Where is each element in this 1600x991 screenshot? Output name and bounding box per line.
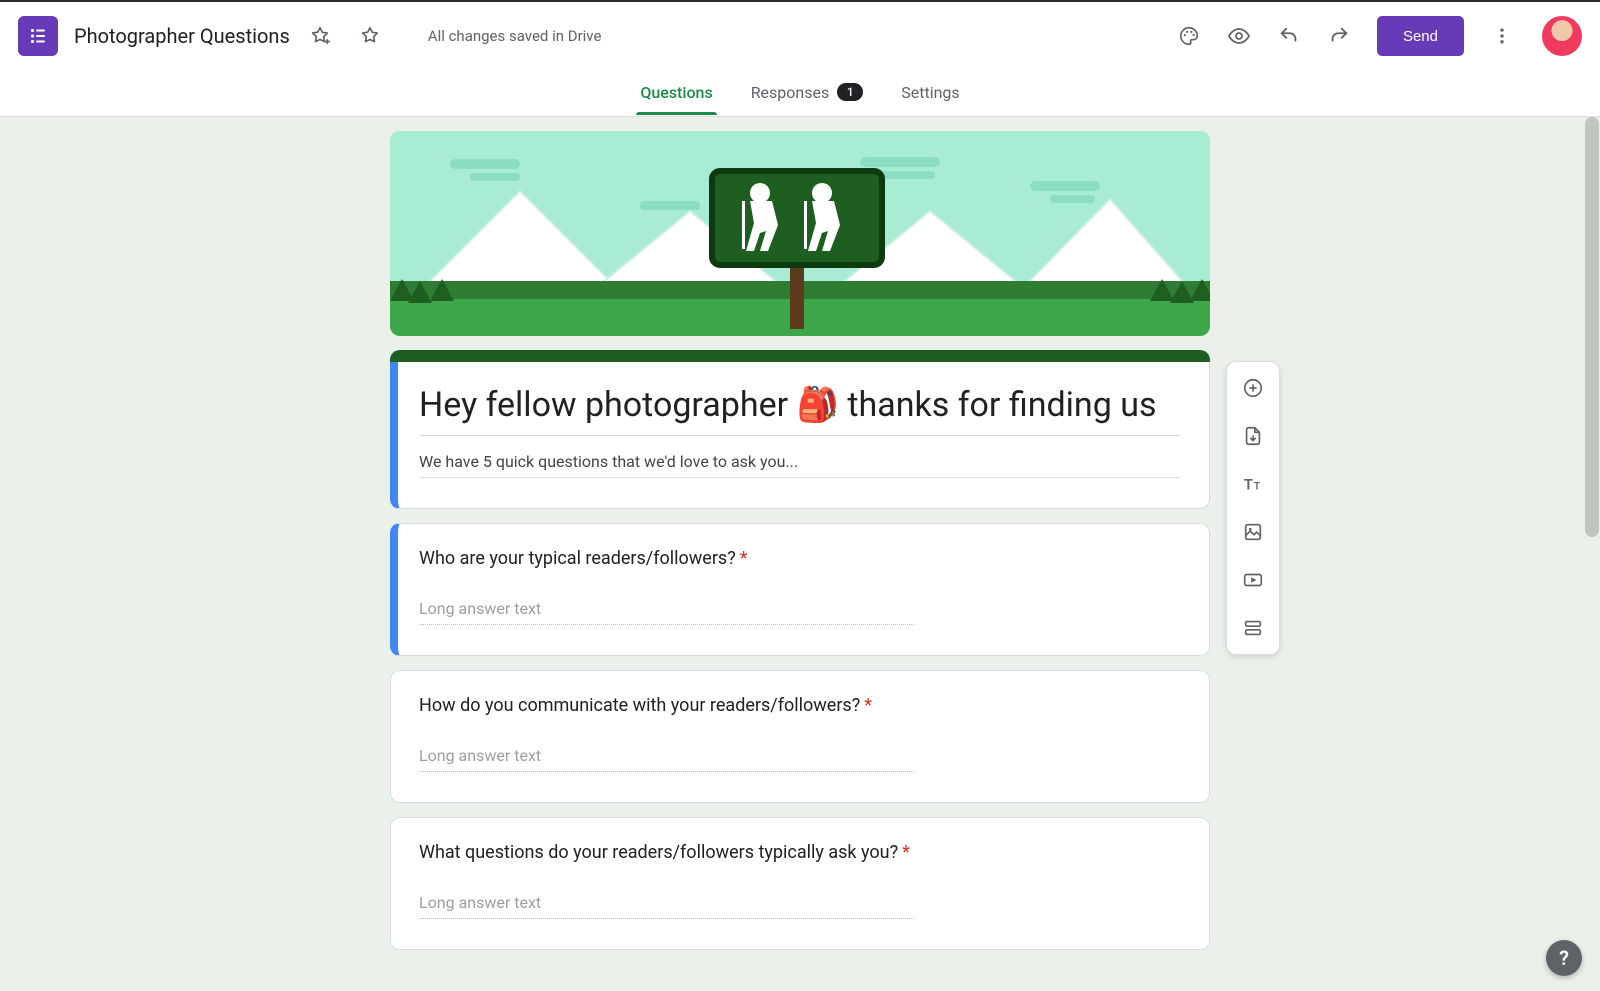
add-section-button[interactable] [1233,608,1273,648]
form-banner[interactable] [390,131,1210,336]
customize-addon-icon[interactable] [300,16,340,56]
add-title-button[interactable]: TT [1233,464,1273,504]
form-description[interactable]: We have 5 quick questions that we'd love… [419,436,1181,478]
preview-icon[interactable] [1219,16,1259,56]
send-button[interactable]: Send [1377,16,1464,56]
form-title[interactable]: Hey fellow photographer 🎒 thanks for fin… [419,383,1181,436]
forms-logo-icon[interactable] [18,16,58,56]
responses-count-badge: 1 [837,83,863,101]
tabs: Questions Responses 1 Settings [0,70,1600,117]
question-text[interactable]: How do you communicate with your readers… [419,695,1181,716]
add-question-button[interactable] [1233,368,1273,408]
help-label: ? [1559,946,1569,970]
question-card[interactable]: Who are your typical readers/followers?*… [390,523,1210,656]
question-card[interactable]: What questions do your readers/followers… [390,817,1210,950]
answer-placeholder: Long answer text [419,893,914,919]
more-menu-icon[interactable] [1482,16,1522,56]
tab-label: Responses [751,83,830,102]
tab-label: Questions [640,83,712,102]
answer-placeholder: Long answer text [419,746,914,772]
tab-label: Settings [901,83,959,102]
undo-icon[interactable] [1269,16,1309,56]
required-star-icon: * [902,842,910,863]
side-toolbar: TT [1226,361,1280,655]
account-avatar[interactable] [1542,16,1582,56]
star-icon[interactable] [350,16,390,56]
svg-text:T: T [1244,476,1253,494]
saved-status: All changes saved in Drive [428,27,602,45]
tab-questions[interactable]: Questions [636,73,716,114]
help-button[interactable]: ? [1546,940,1582,976]
answer-placeholder: Long answer text [419,599,914,625]
tab-responses[interactable]: Responses 1 [747,73,868,114]
header: Photographer Questions All changes saved… [0,0,1600,70]
add-video-button[interactable] [1233,560,1273,600]
question-card[interactable]: How do you communicate with your readers… [390,670,1210,803]
question-text[interactable]: Who are your typical readers/followers?* [419,548,1181,569]
palette-icon[interactable] [1169,16,1209,56]
doc-title[interactable]: Photographer Questions [74,22,290,50]
svg-text:T: T [1254,482,1260,493]
add-image-button[interactable] [1233,512,1273,552]
question-text[interactable]: What questions do your readers/followers… [419,842,1181,863]
tab-settings[interactable]: Settings [897,73,963,114]
import-questions-button[interactable] [1233,416,1273,456]
title-description-card[interactable]: Hey fellow photographer 🎒 thanks for fin… [390,350,1210,509]
required-star-icon: * [740,548,748,569]
form-column: Hey fellow photographer 🎒 thanks for fin… [390,131,1210,950]
redo-icon[interactable] [1319,16,1359,56]
required-star-icon: * [864,695,872,716]
scrollbar[interactable] [1584,117,1600,991]
canvas: Hey fellow photographer 🎒 thanks for fin… [0,117,1600,991]
